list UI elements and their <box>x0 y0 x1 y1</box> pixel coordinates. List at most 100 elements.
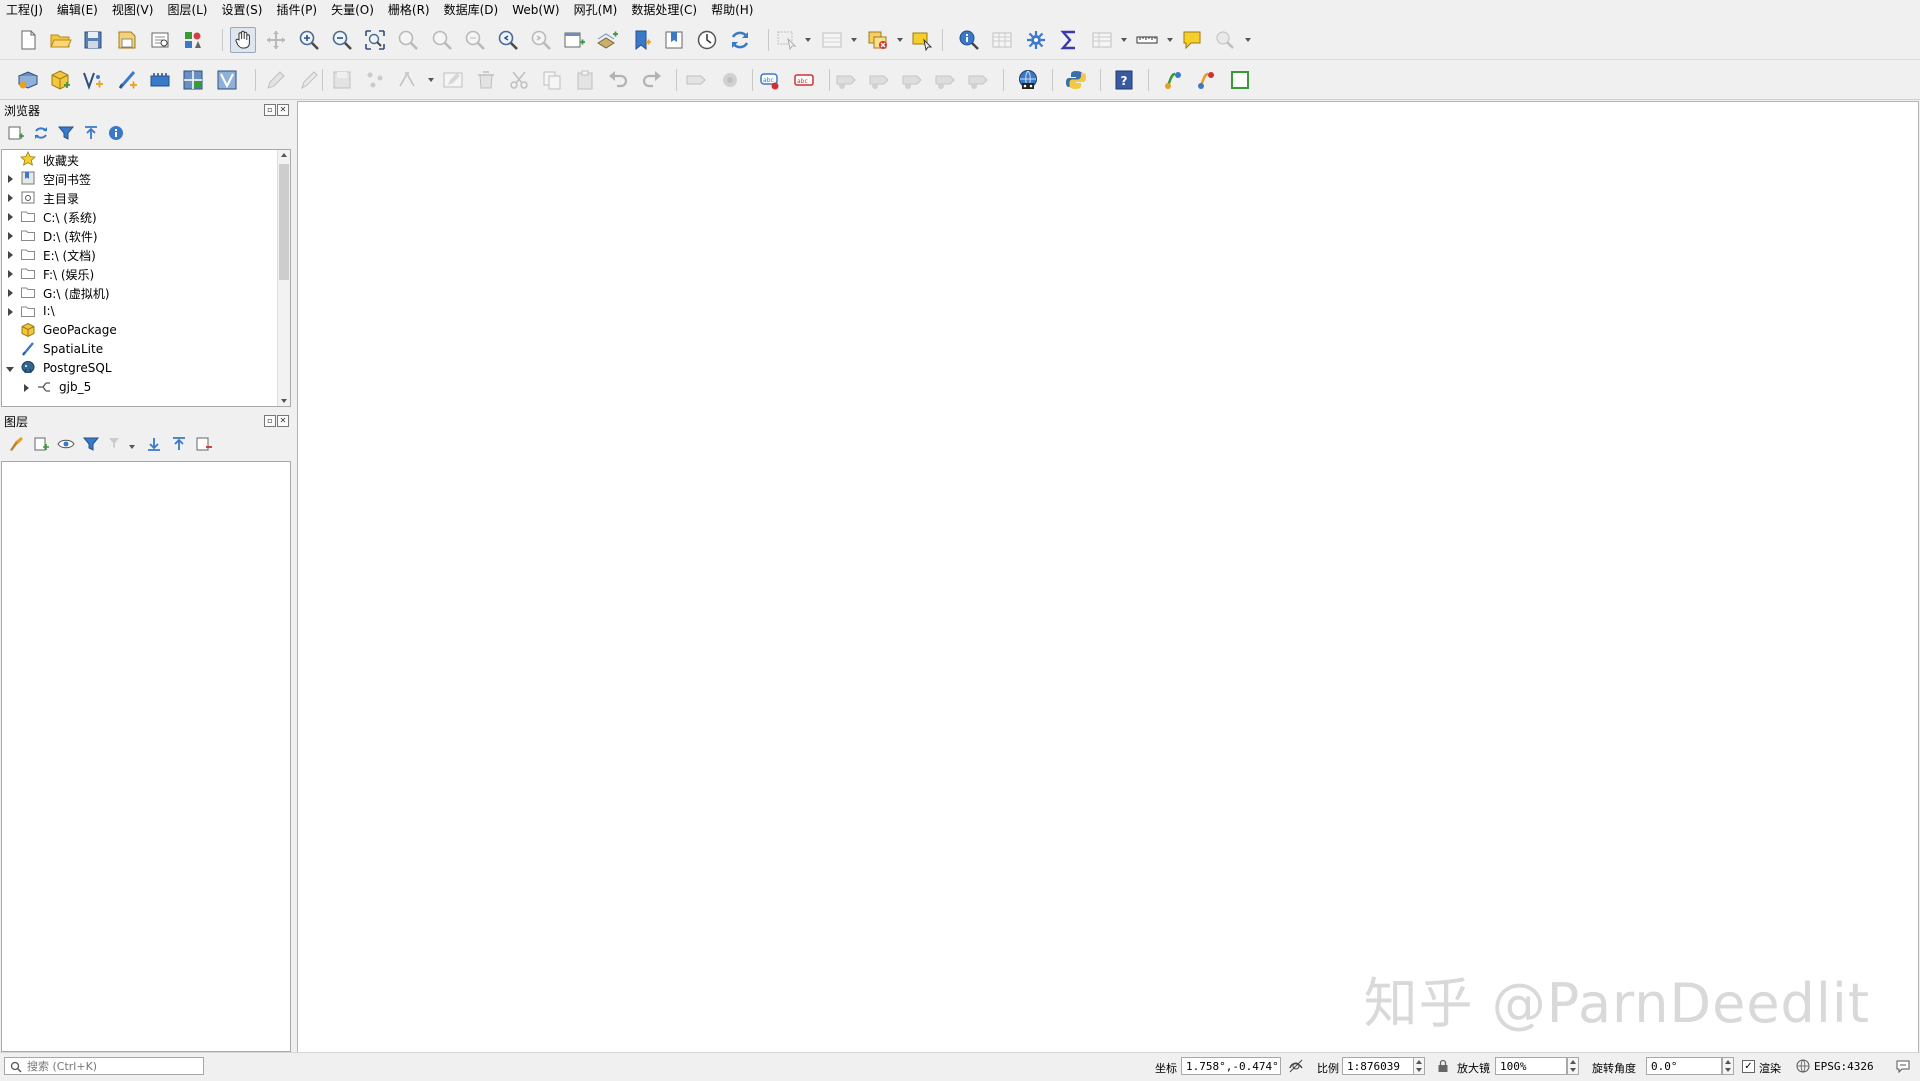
identify-icon[interactable] <box>957 28 981 52</box>
label-tool-3-icon[interactable] <box>900 68 924 92</box>
zoom-next-icon[interactable] <box>529 28 553 52</box>
copy-features-icon[interactable] <box>540 68 564 92</box>
delete-selected-icon[interactable] <box>474 68 498 92</box>
expand-arrow-icon[interactable] <box>8 270 13 278</box>
crs-button[interactable]: EPSG:4326 <box>1814 1060 1874 1073</box>
new-map-view-icon[interactable] <box>562 28 586 52</box>
browser-scrollbar[interactable] <box>277 150 290 406</box>
render-checkbox[interactable]: ✓ <box>1742 1060 1755 1073</box>
zoom-full-icon[interactable] <box>363 28 387 52</box>
tree-item-drive-f[interactable]: F:\ (娱乐) <box>2 264 272 283</box>
coordinate-field[interactable]: 1.758°,-0.474° <box>1181 1057 1281 1075</box>
current-edits-icon[interactable] <box>297 68 321 92</box>
menu-raster[interactable]: 栅格(R) <box>382 0 435 20</box>
expand-arrow-icon[interactable] <box>8 251 13 259</box>
expand-arrow-icon[interactable] <box>8 175 13 183</box>
open-field-calculator-icon[interactable] <box>1090 28 1114 52</box>
statistics-icon[interactable] <box>1057 28 1081 52</box>
locator-icon[interactable] <box>1213 28 1237 52</box>
new-geopackage-layer-icon[interactable] <box>48 68 72 92</box>
crs-globe-icon[interactable] <box>1796 1059 1810 1073</box>
tree-item-favorites[interactable]: 收藏夹 <box>2 150 272 169</box>
filter-legend-icon[interactable] <box>82 435 100 453</box>
save-edits-icon[interactable] <box>330 68 354 92</box>
refresh-icon[interactable] <box>728 28 752 52</box>
properties-info-icon[interactable] <box>107 124 125 142</box>
browser-tree[interactable]: 收藏夹 空间书签 主目录 C:\ (系统) D:\ (软件) E:\ (文档) … <box>1 149 291 407</box>
add-group-icon[interactable] <box>32 435 50 453</box>
new-virtual-layer-icon[interactable] <box>181 68 205 92</box>
menu-layer[interactable]: 图层(L) <box>161 0 212 20</box>
new-vector-layer-icon[interactable] <box>215 68 239 92</box>
diagram-icon[interactable]: abc <box>758 68 782 92</box>
open-project-icon[interactable] <box>48 28 72 52</box>
refresh-browser-icon[interactable] <box>32 124 50 142</box>
paste-features-icon[interactable] <box>573 68 597 92</box>
label-tool-1-icon[interactable] <box>834 68 858 92</box>
expand-arrow-icon[interactable] <box>8 194 13 202</box>
label-icon[interactable] <box>684 68 708 92</box>
expand-arrow-icon[interactable] <box>8 213 13 221</box>
zoom-last-icon[interactable] <box>496 28 520 52</box>
add-selected-layers-icon[interactable] <box>7 124 25 142</box>
menu-settings[interactable]: 设置(S) <box>216 0 268 20</box>
toggle-extents-icon[interactable] <box>1288 1058 1304 1074</box>
tree-item-connection-gjb5[interactable]: gjb_5 <box>2 378 272 397</box>
lock-scale-icon[interactable] <box>1436 1059 1450 1073</box>
expand-arrow-icon[interactable] <box>8 289 13 297</box>
magnifier-field[interactable]: 100% <box>1495 1057 1567 1075</box>
zoom-to-selection-icon[interactable] <box>396 28 420 52</box>
label-tool-4-icon[interactable] <box>933 68 957 92</box>
new-temporary-layer-icon[interactable] <box>148 68 172 92</box>
rotation-spinner-icon[interactable] <box>1722 1057 1734 1075</box>
menu-plugins[interactable]: 插件(P) <box>270 0 322 20</box>
temporal-controller-icon[interactable] <box>695 28 719 52</box>
menu-mesh[interactable]: 网孔(M) <box>568 0 623 20</box>
menu-help[interactable]: 帮助(H) <box>705 0 758 20</box>
select-features-icon[interactable] <box>775 28 799 52</box>
new-spatialite-layer-icon[interactable] <box>115 68 139 92</box>
magnifier-spinner-icon[interactable] <box>1567 1057 1579 1075</box>
collapse-all-layers-icon[interactable] <box>170 435 188 453</box>
tree-item-spatial-bookmarks[interactable]: 空间书签 <box>2 169 272 188</box>
filter-browser-icon[interactable] <box>57 124 75 142</box>
menu-project[interactable]: 工程(J) <box>0 0 48 20</box>
measure-icon[interactable] <box>1135 28 1159 52</box>
tree-item-postgresql[interactable]: PostgreSQL <box>2 359 272 378</box>
new-bookmark-icon[interactable] <box>629 28 653 52</box>
menu-edit[interactable]: 编辑(E) <box>51 0 103 20</box>
float-panel-icon[interactable]: ▫ <box>264 415 276 427</box>
messages-icon[interactable] <box>1895 1058 1911 1074</box>
layers-tree[interactable] <box>1 461 291 1052</box>
new-shapefile-layer-icon[interactable] <box>81 68 105 92</box>
tree-item-drive-g[interactable]: G:\ (虚拟机) <box>2 283 272 302</box>
scroll-up-icon[interactable] <box>281 153 287 157</box>
label-tool-5-icon[interactable] <box>966 68 990 92</box>
pan-to-selection-icon[interactable] <box>264 28 288 52</box>
plugin-2-icon[interactable] <box>1194 68 1218 92</box>
plugin-1-icon[interactable] <box>1161 68 1185 92</box>
collapse-arrow-icon[interactable] <box>6 367 14 372</box>
manage-visibility-icon[interactable] <box>57 435 75 453</box>
tree-item-drive-c[interactable]: C:\ (系统) <box>2 207 272 226</box>
zoom-to-layer-icon[interactable] <box>430 28 454 52</box>
deselect-icon[interactable] <box>866 28 890 52</box>
tree-item-geopackage[interactable]: GeoPackage <box>2 321 272 340</box>
expand-all-icon[interactable] <box>145 435 163 453</box>
plugin-3-icon[interactable] <box>1228 68 1252 92</box>
vertex-tool-icon[interactable] <box>396 68 420 92</box>
attribute-table-icon[interactable] <box>990 28 1014 52</box>
scrollbar-thumb[interactable] <box>279 164 289 280</box>
style-manager-icon[interactable] <box>181 28 205 52</box>
pan-icon[interactable] <box>230 27 256 53</box>
data-source-manager-icon[interactable] <box>16 68 40 92</box>
style-layer-icon[interactable] <box>7 435 25 453</box>
collapse-all-icon[interactable] <box>82 124 100 142</box>
save-project-icon[interactable] <box>81 28 105 52</box>
locator-search-input[interactable]: 搜索 (Ctrl+K) <box>4 1057 204 1075</box>
label-pin-icon[interactable] <box>718 68 742 92</box>
scale-dropdown-icon[interactable] <box>1413 1057 1425 1075</box>
menu-processing[interactable]: 数据处理(C) <box>625 0 702 20</box>
scroll-down-icon[interactable] <box>281 399 287 403</box>
expand-arrow-icon[interactable] <box>8 308 13 316</box>
